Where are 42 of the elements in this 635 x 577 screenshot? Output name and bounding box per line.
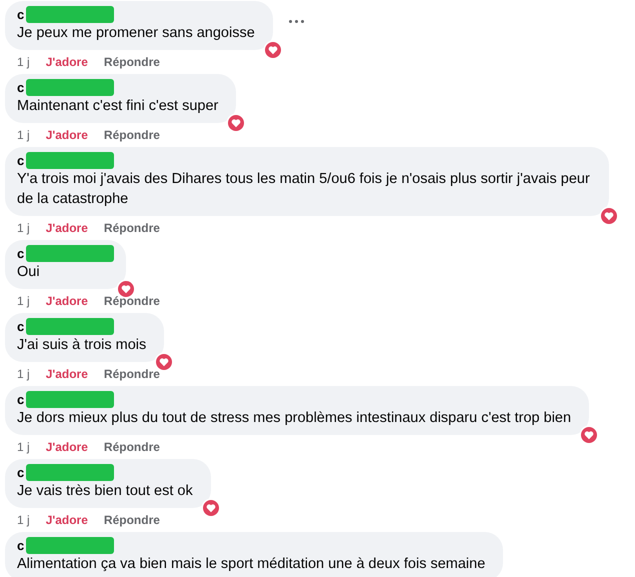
love-reaction-link[interactable]: J'adore: [46, 293, 88, 309]
love-reaction-link[interactable]: J'adore: [46, 127, 88, 143]
author-name[interactable]: c: [17, 537, 24, 554]
love-reaction-link[interactable]: J'adore: [46, 54, 88, 70]
timestamp[interactable]: 1 j: [17, 293, 30, 309]
timestamp[interactable]: 1 j: [17, 439, 30, 455]
love-reaction-link[interactable]: J'adore: [46, 366, 88, 382]
love-reaction-link[interactable]: J'adore: [46, 439, 88, 455]
reply-link[interactable]: Répondre: [104, 439, 160, 455]
heart-reaction-icon[interactable]: [599, 206, 619, 226]
reply-link[interactable]: Répondre: [104, 512, 160, 528]
comment-text: Maintenant c'est fini c'est super: [17, 97, 220, 116]
author-name[interactable]: c: [17, 464, 24, 481]
heart-reaction-icon[interactable]: [200, 498, 221, 518]
comment-text: Oui: [17, 263, 41, 282]
heart-reaction-icon[interactable]: [226, 113, 246, 133]
reply-link[interactable]: Répondre: [104, 54, 160, 70]
reply-link[interactable]: Répondre: [104, 220, 160, 236]
heart-reaction-icon[interactable]: [262, 40, 283, 60]
timestamp[interactable]: 1 j: [17, 512, 30, 528]
love-reaction-link[interactable]: J'adore: [46, 512, 88, 528]
timestamp[interactable]: 1 j: [17, 220, 30, 236]
comment-text: Je dors mieux plus du tout de stress mes problèmes intestinaux disparu c'est trop bien: [17, 409, 572, 428]
reply-link[interactable]: Répondre: [104, 127, 160, 143]
author-name[interactable]: c: [17, 79, 24, 96]
timestamp[interactable]: 1 j: [17, 366, 30, 382]
comment-text: Je vais très bien tout est ok: [17, 482, 194, 501]
timestamp[interactable]: 1 j: [17, 54, 30, 70]
author-name[interactable]: c: [17, 245, 24, 262]
comment-text: Y'a trois moi j'avais des Dihares tous les matin 5/ou6 fois je n'osais plus sortir j'avais peur de la catastrophe: [17, 170, 591, 209]
comment-text: J'ai suis à trois mois: [17, 336, 148, 355]
reply-link[interactable]: Répondre: [104, 293, 160, 309]
author-name[interactable]: c: [17, 318, 24, 335]
author-name[interactable]: c: [17, 391, 24, 408]
timestamp[interactable]: 1 j: [17, 127, 30, 143]
heart-reaction-icon[interactable]: [579, 425, 600, 445]
comment-text: Alimentation ça va bien mais le sport méditation une à deux fois semaine: [17, 555, 486, 574]
comment-text: Je peux me promener sans angoisse: [17, 24, 256, 43]
reply-link[interactable]: Répondre: [104, 366, 160, 382]
love-reaction-link[interactable]: J'adore: [46, 220, 88, 236]
author-name[interactable]: c: [17, 6, 24, 23]
author-name[interactable]: c: [17, 152, 24, 169]
